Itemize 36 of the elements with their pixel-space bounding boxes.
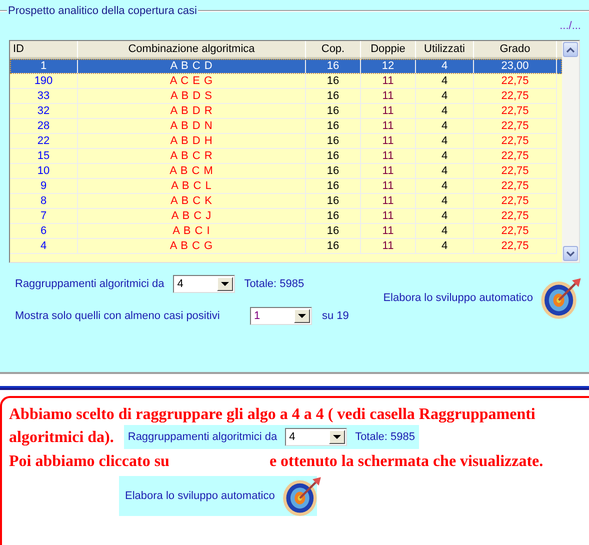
auto-develop-button[interactable]: Elabora lo sviluppo automatico	[125, 475, 323, 517]
column-header[interactable]: Utilizzati	[416, 41, 474, 59]
table-row[interactable]: 1 A B C D 16 12 4 23,00	[10, 59, 562, 74]
note-text: Abbiamo scelto di raggruppare gli algo a 4 a 4 ( vedi casella Raggruppamenti	[9, 405, 536, 425]
table-cell: 11	[361, 239, 416, 254]
table-cell: A B C G	[78, 239, 306, 254]
link[interactable]: .../...	[560, 20, 581, 36]
column-header[interactable]: ID	[10, 41, 78, 59]
group-title: Prospetto analitico della copertura casi	[7, 5, 198, 17]
target-icon	[539, 276, 583, 320]
caret-icon	[333, 435, 342, 439]
target-icon	[280, 475, 323, 517]
dropdown[interactable]: 1	[250, 307, 312, 325]
column-header[interactable]: Doppie	[361, 41, 416, 59]
column-header[interactable]: Grado	[474, 41, 557, 59]
table-cell: 16	[306, 239, 361, 254]
dropdown[interactable]: 4	[173, 275, 236, 293]
note-text: algoritmici da).	[9, 428, 114, 448]
scrollbar[interactable]	[562, 41, 579, 262]
total-label: Totale: 5985	[355, 431, 415, 443]
field-label: Raggruppamenti algoritmici da	[15, 278, 164, 290]
column-header[interactable]: Combinazione algoritmica	[78, 41, 306, 59]
caret-icon	[221, 282, 230, 286]
table-cell: 22,75	[474, 239, 557, 254]
note-text: Poi abbiamo cliccato su	[9, 452, 170, 472]
caret-icon	[298, 314, 306, 318]
table-cell: 4	[416, 239, 474, 254]
auto-develop-button[interactable]: Elabora lo sviluppo automatico	[383, 271, 583, 325]
column-header[interactable]: Cop.	[306, 41, 361, 59]
dropdown[interactable]: 4	[285, 428, 348, 446]
note-text: e ottenuto la schermata che visualizzate.	[269, 452, 544, 472]
field-label: Mostra solo quelli con almeno casi positivi	[15, 310, 221, 322]
total-label: Totale: 5985	[244, 278, 304, 290]
field-label: Raggruppamenti algoritmici da	[128, 431, 278, 443]
table-cell: 4	[10, 239, 78, 254]
count-label: su 19	[322, 310, 349, 322]
